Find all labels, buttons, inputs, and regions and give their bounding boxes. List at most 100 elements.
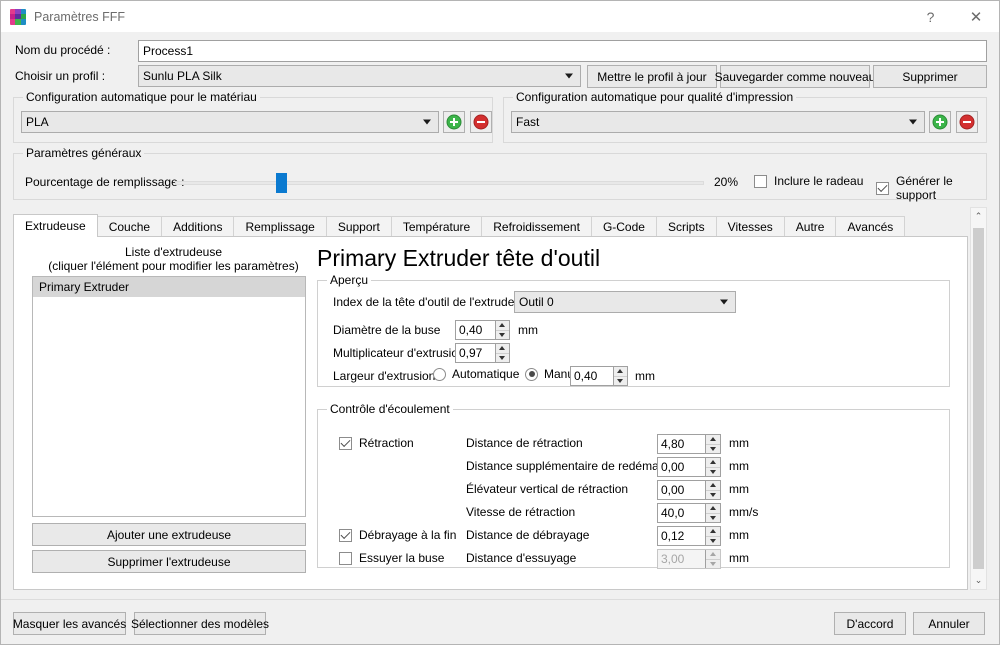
retraction-checkbox[interactable]: Rétraction xyxy=(339,436,414,450)
material-value: PLA xyxy=(26,115,49,129)
stepper-up-icon[interactable] xyxy=(706,458,720,468)
stepper-buttons[interactable] xyxy=(705,458,720,476)
stepper-buttons[interactable] xyxy=(494,344,509,363)
window-controls: ? ✕ xyxy=(908,1,999,33)
stepper-up-icon[interactable] xyxy=(706,504,720,514)
extrusion-width-stepper[interactable]: 0,40 xyxy=(570,366,628,386)
stepper-buttons[interactable] xyxy=(612,367,627,386)
add-quality-button[interactable] xyxy=(929,111,951,133)
coast-checkbox[interactable]: Débrayage à la fin xyxy=(339,528,456,542)
flow-row-label: Vitesse de rétraction xyxy=(466,505,576,519)
stepper-down-icon[interactable] xyxy=(706,514,720,523)
cancel-button[interactable]: Annuler xyxy=(913,612,985,635)
process-name-value: Process1 xyxy=(143,44,194,58)
stepper-buttons[interactable] xyxy=(494,321,509,340)
tab-vitesses[interactable]: Vitesses xyxy=(715,216,785,237)
stepper-buttons[interactable] xyxy=(705,550,720,568)
delete-profile-button[interactable]: Supprimer xyxy=(873,65,987,88)
nozzle-diameter-unit: mm xyxy=(518,323,538,337)
stepper-down-icon[interactable] xyxy=(706,445,720,454)
support-checkbox[interactable]: Générer le support xyxy=(876,174,986,202)
stepper-down-icon[interactable] xyxy=(706,491,720,500)
close-button[interactable]: ✕ xyxy=(953,1,999,33)
tab-temp-rature[interactable]: Température xyxy=(390,216,483,237)
flow-row-label: Distance d'essuyage xyxy=(466,551,577,565)
stepper-down-icon[interactable] xyxy=(706,560,720,569)
minus-circle-icon xyxy=(473,114,489,130)
tab-support[interactable]: Support xyxy=(325,216,392,237)
tab-remplissage[interactable]: Remplissage xyxy=(233,216,327,237)
infill-slider-thumb[interactable] xyxy=(276,173,287,193)
tool-index-select[interactable]: Outil 0 xyxy=(514,291,736,313)
scroll-down-icon[interactable]: ⌄ xyxy=(971,572,986,589)
flow-row-label: Distance de débrayage xyxy=(466,528,590,542)
settings-tabs: Extrudeuse Couche Additions Remplissage Supp… xyxy=(13,214,906,237)
update-profile-button[interactable]: Mettre le profil à jour xyxy=(587,65,717,88)
flow-control-group: Contrôle d'écoulement Rétraction Débraya… xyxy=(317,402,950,569)
help-button[interactable]: ? xyxy=(908,1,953,33)
profile-select[interactable]: Sunlu PLA Silk xyxy=(138,65,581,87)
flow-row-stepper[interactable]: 40,0 xyxy=(657,503,721,523)
add-extruder-button[interactable]: Ajouter une extrudeuse xyxy=(32,523,306,546)
tab-extrudeuse[interactable]: Extrudeuse xyxy=(13,214,98,237)
extruder-list[interactable]: Primary Extruder xyxy=(32,276,306,517)
material-select[interactable]: PLA xyxy=(21,111,439,133)
nozzle-diameter-stepper[interactable]: 0,40 xyxy=(455,320,510,340)
stepper-up-icon[interactable] xyxy=(613,367,627,377)
title-bar: Paramètres FFF ? ✕ xyxy=(1,1,999,33)
scrollbar-thumb[interactable] xyxy=(973,228,984,569)
remove-quality-button[interactable] xyxy=(956,111,978,133)
raft-checkbox[interactable]: Inclure le radeau xyxy=(754,174,863,188)
tab-couche[interactable]: Couche xyxy=(96,216,163,237)
add-material-button[interactable] xyxy=(443,111,465,133)
flow-row-stepper[interactable]: 0,00 xyxy=(657,457,721,477)
flow-row-stepper[interactable]: 4,80 xyxy=(657,434,721,454)
stepper-down-icon[interactable] xyxy=(496,354,509,363)
stepper-up-icon[interactable] xyxy=(706,527,720,537)
coast-checkbox-label: Débrayage à la fin xyxy=(359,528,457,542)
extrusion-multiplier-label: Multiplicateur d'extrusion xyxy=(333,346,465,360)
process-name-input[interactable]: Process1 xyxy=(138,40,987,62)
infill-slider-track[interactable] xyxy=(175,181,704,185)
stepper-up-icon[interactable] xyxy=(706,481,720,491)
plus-circle-icon xyxy=(446,114,462,130)
stepper-down-icon[interactable] xyxy=(706,537,720,546)
list-item[interactable]: Primary Extruder xyxy=(33,277,305,297)
save-as-new-button[interactable]: Sauvegarder comme nouveau xyxy=(715,65,875,88)
tab-autre[interactable]: Autre xyxy=(783,216,837,237)
hide-advanced-button[interactable]: Masquer les avancés xyxy=(13,612,126,635)
stepper-down-icon[interactable] xyxy=(614,377,627,386)
tab-additions[interactable]: Additions xyxy=(161,216,235,237)
stepper-down-icon[interactable] xyxy=(496,331,509,340)
infill-percentage-value: 20% xyxy=(714,175,739,189)
vertical-scrollbar[interactable]: ⌃ ⌄ xyxy=(970,207,987,590)
coast-checkbox-box xyxy=(339,528,352,542)
stepper-buttons[interactable] xyxy=(705,481,720,499)
tab-g-code[interactable]: G-Code xyxy=(590,216,657,237)
stepper-buttons[interactable] xyxy=(705,435,720,453)
ok-button[interactable]: D'accord xyxy=(834,612,906,635)
scroll-up-icon[interactable]: ⌃ xyxy=(971,208,986,225)
extrusion-multiplier-stepper[interactable]: 0,97 xyxy=(455,343,510,363)
stepper-down-icon[interactable] xyxy=(706,468,720,477)
remove-extruder-button[interactable]: Supprimer l'extrudeuse xyxy=(32,550,306,573)
stepper-buttons[interactable] xyxy=(705,504,720,522)
flow-row-value: 3,00 xyxy=(661,552,685,566)
wipe-checkbox[interactable]: Essuyer la buse xyxy=(339,551,444,565)
stepper-buttons[interactable] xyxy=(705,527,720,545)
stepper-up-icon[interactable] xyxy=(706,550,720,560)
select-models-button[interactable]: Sélectionner des modèles xyxy=(131,612,269,635)
flow-row-stepper[interactable]: 0,12 xyxy=(657,526,721,546)
tab-refroidissement[interactable]: Refroidissement xyxy=(481,216,592,237)
flow-row-stepper[interactable]: 0,00 xyxy=(657,480,721,500)
remove-material-button[interactable] xyxy=(470,111,492,133)
panel-heading: Primary Extruder tête d'outil xyxy=(317,245,601,271)
quality-select[interactable]: Fast xyxy=(511,111,925,133)
stepper-up-icon[interactable] xyxy=(495,321,509,331)
tab-scripts[interactable]: Scripts xyxy=(655,216,717,237)
stepper-up-icon[interactable] xyxy=(706,435,720,445)
minus-circle-icon xyxy=(959,114,975,130)
tab-avanc-s[interactable]: Avancés xyxy=(835,216,906,237)
extrusion-width-auto-radio[interactable]: Automatique xyxy=(433,367,519,381)
stepper-up-icon[interactable] xyxy=(495,344,509,354)
